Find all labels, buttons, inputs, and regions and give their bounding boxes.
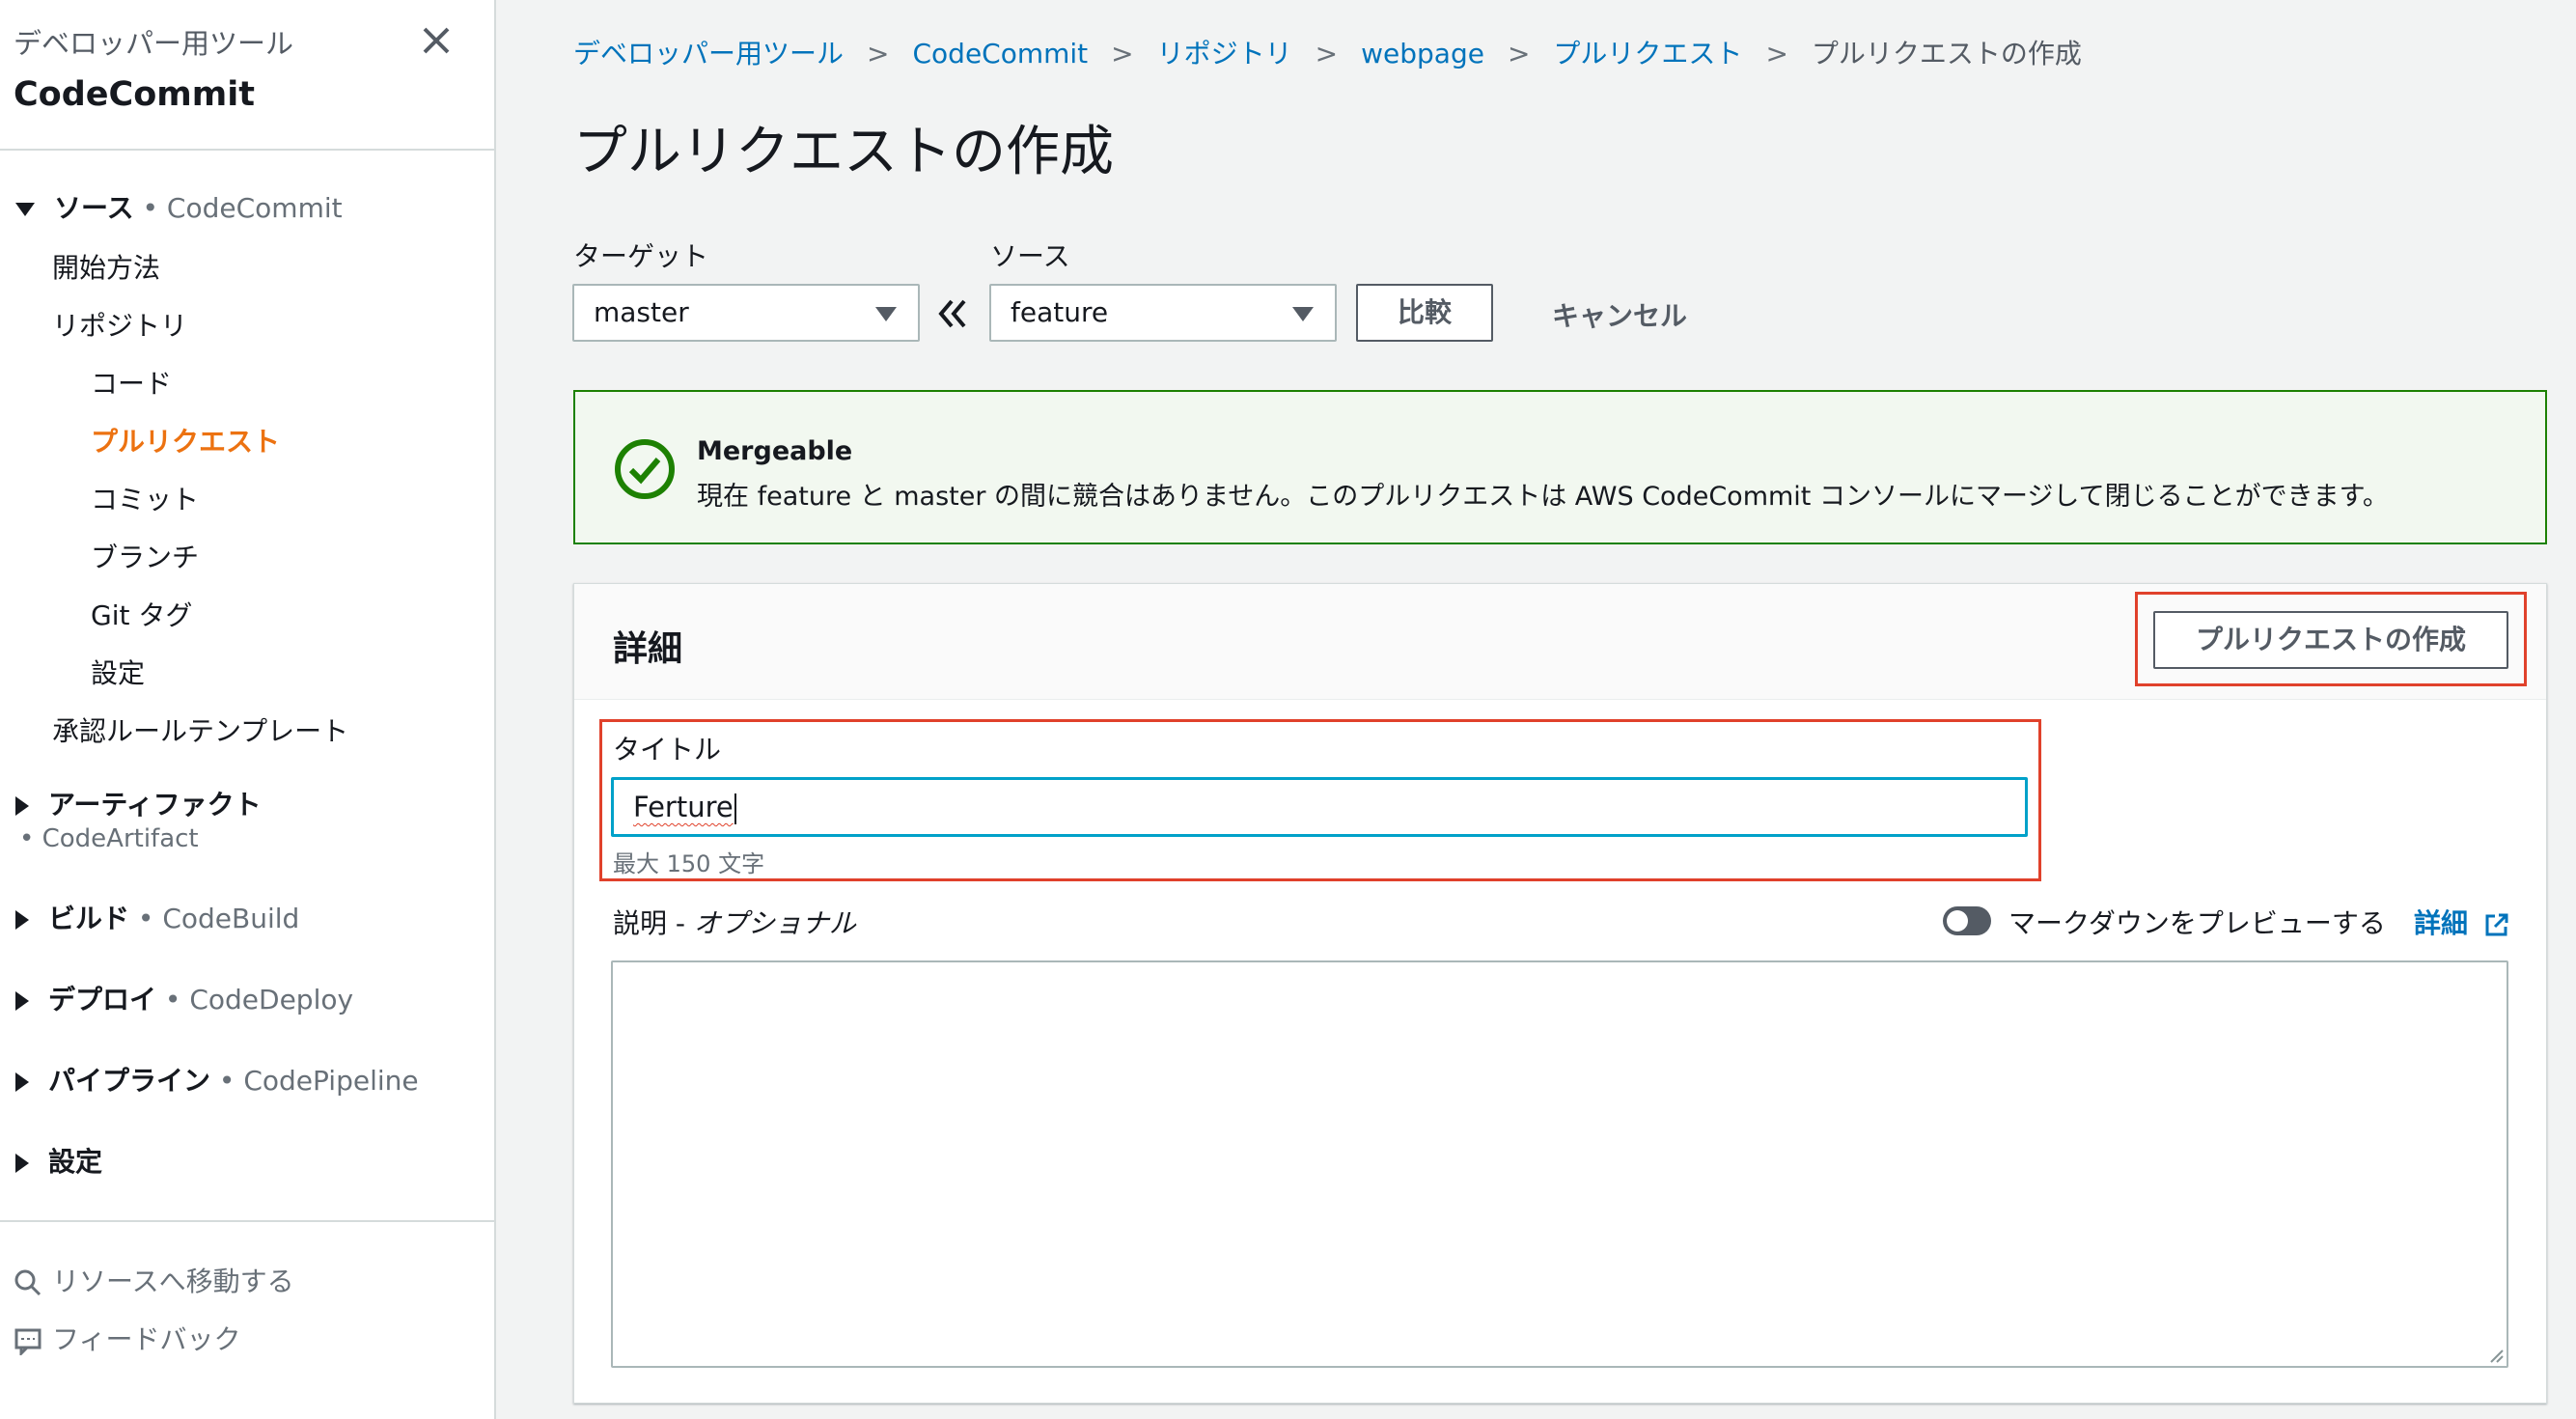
caret-right-icon <box>15 1154 29 1173</box>
goto-resource-link[interactable]: リソースへ移動する <box>14 1261 294 1299</box>
description-label-text: 説明 - <box>613 907 694 939</box>
nav-group-build[interactable]: ビルド • CodeBuild <box>15 898 299 936</box>
double-chevron-left-icon <box>938 299 966 328</box>
target-branch-value: master <box>594 296 689 328</box>
compare-button[interactable]: 比較 <box>1356 284 1493 342</box>
sidebar-title: CodeCommit <box>14 75 255 114</box>
sidebar-item-approval-templates[interactable]: 承認ルールテンプレート <box>52 710 348 749</box>
dropdown-arrow-icon <box>1292 307 1314 321</box>
nav-group-settings[interactable]: 設定 <box>15 1141 102 1180</box>
mergeable-alert: Mergeable 現在 feature と master の間に競合はありませ… <box>573 390 2547 544</box>
nav-group-label: ビルド <box>48 903 130 934</box>
source-label: ソース <box>990 240 1070 272</box>
description-label: 説明 - オプショナル <box>613 903 856 941</box>
title-hint: 最大 150 文字 <box>613 850 765 877</box>
caret-right-icon <box>15 991 29 1011</box>
nav-group-source[interactable]: ソース • CodeCommit <box>15 187 343 226</box>
goto-resource-label: リソースへ移動する <box>52 1266 294 1297</box>
nav-group-label: 設定 <box>48 1146 103 1178</box>
nav-group-service: • CodeBuild <box>137 903 300 934</box>
breadcrumb-current: プルリクエストの作成 <box>1811 38 2082 70</box>
text-cursor <box>734 793 736 824</box>
chevron-right-icon: > <box>1765 38 1788 70</box>
sidebar-item-settings[interactable]: 設定 <box>91 653 145 691</box>
title-input-value: Ferture <box>633 791 734 823</box>
caret-right-icon <box>15 1072 29 1092</box>
search-icon <box>14 1269 42 1296</box>
chevron-right-icon: > <box>1507 38 1531 70</box>
markdown-preview-label: マークダウンをプレビューする <box>2008 907 2386 939</box>
breadcrumb-item[interactable]: リポジトリ <box>1157 38 1292 70</box>
create-pull-request-button[interactable]: プルリクエストの作成 <box>2153 611 2508 669</box>
close-icon[interactable] <box>415 19 457 62</box>
sidebar-item-repositories[interactable]: リポジトリ <box>52 305 187 344</box>
target-label: ターゲット <box>573 240 709 272</box>
source-branch-value: feature <box>1011 296 1109 328</box>
chevron-right-icon: > <box>1315 38 1339 70</box>
sidebar-item-getting-started[interactable]: 開始方法 <box>52 247 160 286</box>
description-textarea[interactable] <box>611 960 2508 1368</box>
breadcrumb-item[interactable]: webpage <box>1361 38 1484 70</box>
toggle-knob <box>1947 910 1968 932</box>
feedback-label: フィードバック <box>52 1323 241 1355</box>
dropdown-arrow-icon <box>875 307 897 321</box>
nav-group-service-text: • CodeArtifact <box>19 824 199 853</box>
breadcrumb-item[interactable]: プルリクエスト <box>1553 38 1742 70</box>
feedback-link[interactable]: フィードバック <box>14 1319 240 1357</box>
sidebar-item-branches[interactable]: ブランチ <box>91 537 199 575</box>
sidebar-item-code[interactable]: コード <box>91 363 172 402</box>
sidebar-header: デベロッパー用ツール CodeCommit <box>14 21 293 114</box>
title-field-label: タイトル <box>613 734 722 765</box>
nav-group-deploy[interactable]: デプロイ • CodeDeploy <box>15 979 353 1017</box>
nav-group-label: アーティファクト <box>48 789 262 821</box>
sidebar-divider <box>0 1220 494 1222</box>
description-optional-text: オプショナル <box>693 907 856 939</box>
source-branch-select[interactable]: feature <box>989 284 1337 342</box>
caret-right-icon <box>15 910 29 930</box>
breadcrumb-item[interactable]: デベロッパー用ツール <box>573 38 844 70</box>
more-info-link[interactable]: 詳細 <box>2414 903 2510 941</box>
nav-group-label: パイプライン <box>48 1065 211 1097</box>
feedback-icon <box>14 1328 42 1357</box>
panel-title: 詳細 <box>613 629 683 669</box>
chevron-right-icon: > <box>1111 38 1134 70</box>
markdown-preview-toggle[interactable] <box>1943 906 1991 935</box>
check-circle-icon <box>615 439 675 499</box>
sidebar-divider <box>0 149 494 151</box>
sidebar-item-commits[interactable]: コミット <box>91 479 199 517</box>
sidebar-item-git-tags[interactable]: Git タグ <box>91 595 192 633</box>
breadcrumb: デベロッパー用ツール > CodeCommit > リポジトリ > webpage > プルリク… <box>573 33 2082 71</box>
nav-group-service: • CodeArtifact <box>19 824 199 853</box>
title-input[interactable]: Ferture <box>611 777 2028 837</box>
resize-handle-icon[interactable] <box>2487 1347 2505 1364</box>
nav-group-label: ソース <box>54 192 134 224</box>
cancel-button[interactable]: キャンセル <box>1552 295 1687 334</box>
alert-title: Mergeable <box>697 436 853 466</box>
page-title: プルリクエストの作成 <box>573 121 1114 183</box>
sidebar: デベロッパー用ツール CodeCommit ソース • CodeCommit 開… <box>0 0 496 1419</box>
alert-message: 現在 feature と master の間に競合はありません。このプルリクエス… <box>697 482 2389 512</box>
caret-down-icon <box>15 203 35 216</box>
nav-group-label: デプロイ <box>48 984 157 1016</box>
nav-group-artifacts[interactable]: アーティファクト <box>15 784 262 822</box>
breadcrumb-item[interactable]: CodeCommit <box>912 38 1088 70</box>
chevron-right-icon: > <box>867 38 890 70</box>
app-root: デベロッパー用ツール CodeCommit ソース • CodeCommit 開… <box>0 0 2576 1419</box>
sidebar-item-pull-requests[interactable]: プルリクエスト <box>91 421 280 459</box>
caret-right-icon <box>15 796 29 816</box>
nav-group-service: • CodeDeploy <box>164 984 354 1016</box>
more-info-label: 詳細 <box>2414 907 2469 939</box>
nav-group-service: • CodePipeline <box>218 1065 419 1097</box>
target-branch-select[interactable]: master <box>572 284 920 342</box>
nav-group-service: • CodeCommit <box>142 192 343 224</box>
details-panel: 詳細 プルリクエストの作成 タイトル Ferture 最大 150 文字 説明 … <box>573 583 2547 1404</box>
external-link-icon <box>2485 913 2508 936</box>
sidebar-subtitle: デベロッパー用ツール <box>14 27 294 60</box>
nav-group-pipeline[interactable]: パイプライン • CodePipeline <box>15 1060 419 1099</box>
